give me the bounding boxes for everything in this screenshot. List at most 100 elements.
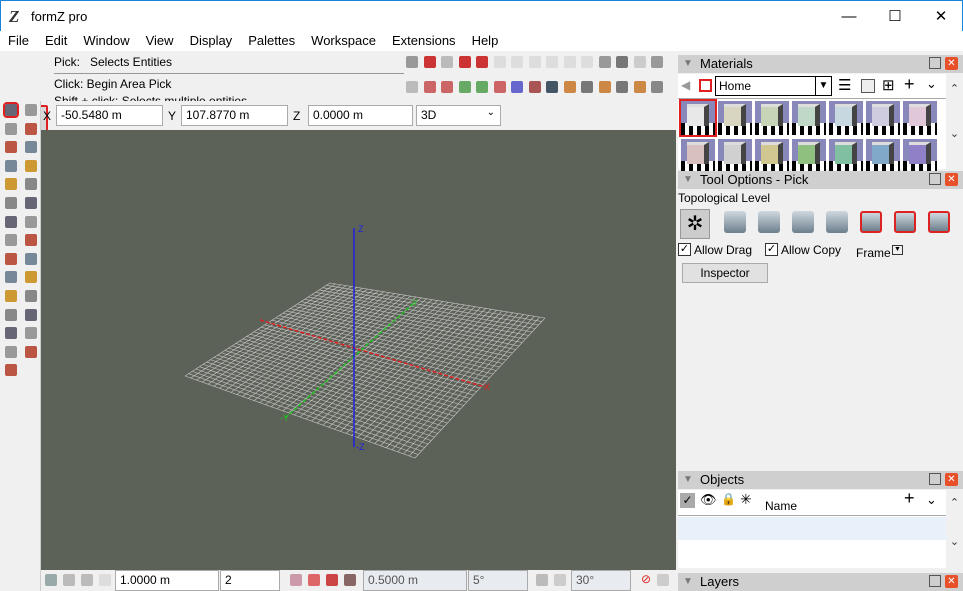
light-icon[interactable]: ✳ <box>740 491 752 508</box>
material-color-icon[interactable] <box>699 79 712 92</box>
library-select[interactable]: Home ▼ <box>715 76 832 96</box>
toolbar-icon[interactable] <box>458 81 471 93</box>
z-coordinate-field[interactable]: 0.0000 m <box>308 105 413 126</box>
snap-toggle-icon[interactable] <box>657 574 669 586</box>
materials-panel-header[interactable]: ▼ Materials ✕ <box>678 55 963 73</box>
modeling-tool-icon[interactable] <box>5 364 17 377</box>
close-panel-icon[interactable]: ✕ <box>945 173 958 186</box>
topo-shell-button[interactable] <box>928 211 950 233</box>
toolbar-icon[interactable] <box>441 81 453 93</box>
modeling-tool-icon[interactable] <box>5 345 17 358</box>
toolbar-icon[interactable] <box>651 56 663 68</box>
topo-hole-button[interactable] <box>894 211 916 233</box>
collapse-triangle-icon[interactable]: ▼ <box>683 576 693 587</box>
undock-icon[interactable] <box>929 575 941 587</box>
toolbar-icon[interactable] <box>493 81 506 93</box>
modeling-tool-icon[interactable] <box>5 252 17 265</box>
modeling-tool-icon[interactable] <box>25 197 37 209</box>
undock-icon[interactable] <box>929 173 941 185</box>
toolbar-icon[interactable] <box>441 56 453 68</box>
object-row[interactable] <box>678 517 946 540</box>
material-swatch[interactable] <box>718 139 752 173</box>
toolbar-icon[interactable] <box>406 56 418 68</box>
single-view-icon[interactable] <box>861 79 875 93</box>
toolbar-icon[interactable] <box>546 81 558 93</box>
topo-face-button[interactable] <box>826 211 848 233</box>
tool-options-header[interactable]: ▼ Tool Options - Pick ✕ <box>678 171 963 189</box>
material-swatch[interactable] <box>792 139 826 173</box>
topo-object-button[interactable]: ✲ <box>680 209 710 239</box>
material-swatch[interactable] <box>718 101 752 135</box>
grid-divisions-field[interactable]: 2 <box>220 570 280 591</box>
name-column-header[interactable]: Name <box>765 499 797 513</box>
material-swatch[interactable] <box>755 101 789 135</box>
toolbar-icon[interactable] <box>563 56 576 68</box>
modeling-tool-icon[interactable] <box>25 122 37 135</box>
toolbar-icon[interactable] <box>423 81 436 93</box>
toolbar-icon[interactable] <box>528 56 541 68</box>
snap-option-icon-2[interactable] <box>308 574 320 586</box>
topo-point-button[interactable] <box>724 211 746 233</box>
grid-icon[interactable] <box>45 574 57 586</box>
menu-help[interactable]: Help <box>464 31 507 51</box>
add-material-icon[interactable]: + <box>904 74 915 95</box>
modeling-tool-icon[interactable] <box>25 141 37 154</box>
menu-window[interactable]: Window <box>75 31 137 51</box>
list-view-icon[interactable]: ☰ <box>838 76 851 94</box>
toolbar-icon[interactable] <box>406 81 418 93</box>
modeling-tool-icon[interactable] <box>5 141 17 154</box>
menu-file[interactable]: File <box>0 31 37 51</box>
toolbar-icon[interactable] <box>546 56 558 68</box>
modeling-tool-icon[interactable] <box>5 197 17 209</box>
menu-workspace[interactable]: Workspace <box>303 31 384 51</box>
material-swatch[interactable] <box>866 139 900 173</box>
modeling-tool-icon[interactable] <box>25 308 37 321</box>
toolbar-icon[interactable] <box>563 81 576 93</box>
modeling-tool-icon[interactable] <box>5 215 17 228</box>
toolbar-icon[interactable] <box>458 56 471 68</box>
material-swatch[interactable] <box>792 101 826 135</box>
back-arrow-icon[interactable]: ◀ <box>681 78 690 92</box>
toolbar-icon[interactable] <box>651 81 663 93</box>
menu-view[interactable]: View <box>138 31 182 51</box>
toolbar-icon[interactable] <box>633 56 646 68</box>
modeling-tool-icon[interactable] <box>5 159 17 172</box>
toolbar-icon[interactable] <box>528 81 541 93</box>
toolbar-icon[interactable] <box>581 81 593 93</box>
allow-drag-checkbox[interactable]: ✓ <box>678 243 691 256</box>
modeling-tool-icon[interactable] <box>25 252 37 265</box>
minimize-button[interactable]: — <box>826 1 872 32</box>
x-coordinate-field[interactable]: -50.5480 m <box>56 105 163 126</box>
modeling-tool-icon[interactable] <box>25 271 37 284</box>
allow-copy-checkbox[interactable]: ✓ <box>765 243 778 256</box>
toolbar-icon[interactable] <box>476 81 488 93</box>
material-swatch[interactable] <box>866 101 900 135</box>
topo-edge-button[interactable] <box>758 211 780 233</box>
modeling-viewport[interactable]: Z -Z Y -Y X <box>41 130 676 570</box>
modeling-tool-icon[interactable] <box>5 234 17 247</box>
undock-icon[interactable] <box>929 473 941 485</box>
objects-panel-header[interactable]: ▼ Objects ✕ <box>678 471 963 489</box>
modeling-tool-icon[interactable] <box>25 290 37 302</box>
visibility-eye-icon[interactable]: 👁 <box>700 492 717 508</box>
material-swatch[interactable] <box>679 99 717 137</box>
toolbar-icon[interactable] <box>423 56 436 68</box>
check-column-icon[interactable]: ✓ <box>680 493 695 508</box>
close-button[interactable]: ✕ <box>918 1 963 32</box>
close-panel-icon[interactable]: ✕ <box>945 575 958 588</box>
grid-snap-icon[interactable] <box>81 574 93 586</box>
modeling-tool-icon[interactable] <box>5 178 17 191</box>
lock-icon[interactable]: 🔒 <box>721 492 736 506</box>
snap-angle-field[interactable]: 5° <box>468 570 528 591</box>
toolbar-icon[interactable] <box>598 56 611 68</box>
topo-outline-button[interactable] <box>860 211 882 233</box>
menu-palettes[interactable]: Palettes <box>240 31 303 51</box>
grid-size-field[interactable]: 1.0000 m <box>115 570 219 591</box>
layers-panel-header[interactable]: ▼ Layers ✕ <box>678 573 963 591</box>
maximize-button[interactable]: ☐ <box>872 1 918 32</box>
no-snap-icon[interactable]: ⊘ <box>641 572 651 586</box>
toolbar-icon[interactable] <box>511 56 523 68</box>
modeling-tool-icon[interactable] <box>3 102 19 118</box>
inspector-button[interactable]: Inspector <box>682 263 768 283</box>
menu-edit[interactable]: Edit <box>37 31 75 51</box>
